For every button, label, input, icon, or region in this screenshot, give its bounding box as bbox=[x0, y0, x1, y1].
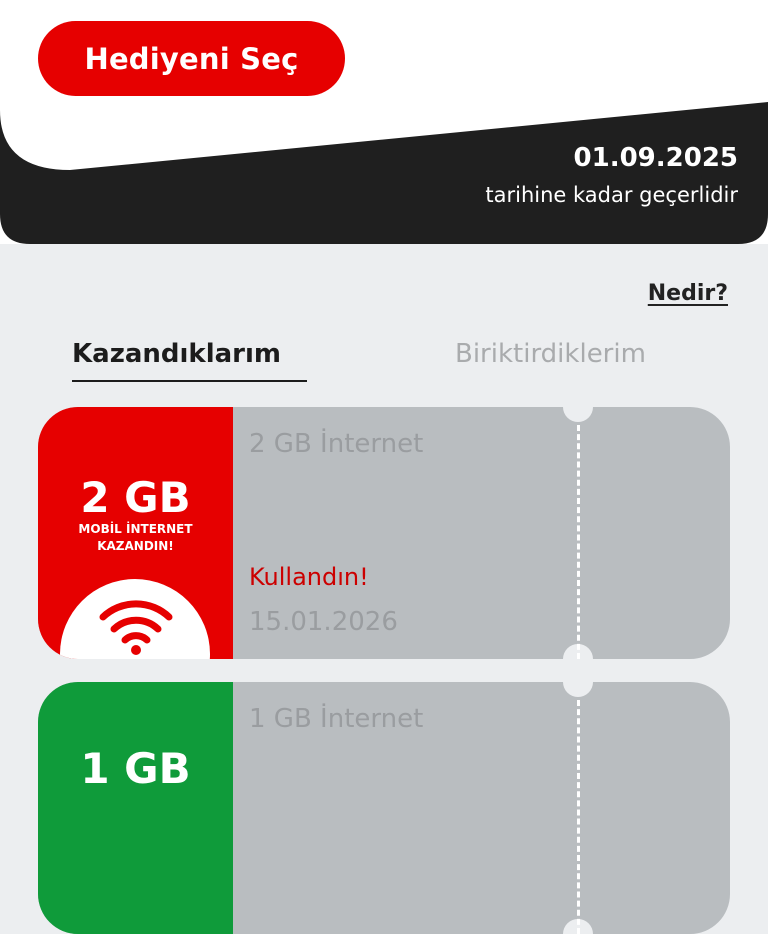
card-status: Kullandın! bbox=[249, 563, 369, 591]
tab-kazandiklarim[interactable]: Kazandıklarım bbox=[72, 339, 281, 369]
wifi-icon bbox=[99, 600, 173, 655]
badge-caption-2: KAZANDIN! bbox=[97, 539, 174, 553]
active-tab-underline bbox=[72, 380, 307, 382]
card-date: 15.01.2026 bbox=[249, 607, 398, 637]
validity-date: 01.09.2025 bbox=[573, 143, 738, 173]
ticket-perforation bbox=[577, 425, 580, 659]
gift-card[interactable]: 2 GB MOBİL İNTERNET KAZANDIN! 2 GB İnter… bbox=[38, 407, 730, 659]
card-title: 2 GB İnternet bbox=[249, 429, 424, 459]
badge-amount: 1 GB bbox=[80, 744, 191, 793]
badge-amount: 2 GB bbox=[80, 473, 191, 522]
tab-biriktirdiklerim[interactable]: Biriktirdiklerim bbox=[455, 339, 646, 369]
card-title: 1 GB İnternet bbox=[249, 704, 424, 734]
badge-caption-1: MOBİL İNTERNET bbox=[78, 522, 193, 536]
choose-gift-button[interactable]: Hediyeni Seç bbox=[38, 21, 345, 96]
validity-text: tarihine kadar geçerlidir bbox=[485, 183, 738, 207]
what-is-it-link[interactable]: Nedir? bbox=[648, 281, 728, 306]
ticket-perforation bbox=[577, 700, 580, 934]
gift-card[interactable]: 1 GB 1 GB İnternet bbox=[38, 682, 730, 934]
